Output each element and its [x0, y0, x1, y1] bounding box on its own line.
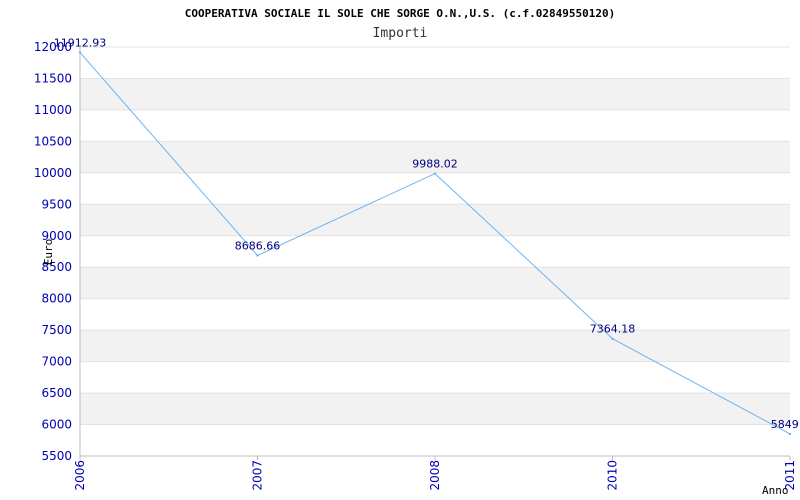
- y-tick-label: 10500: [34, 134, 72, 148]
- x-tick-labels: 2006 2007 2008 2010 2011: [73, 460, 797, 491]
- data-point: [433, 172, 437, 175]
- grid-band: [80, 330, 790, 362]
- data-label: 7364.18: [590, 323, 636, 336]
- y-tick-label: 7000: [41, 355, 72, 369]
- y-tick-label: 9500: [41, 197, 72, 211]
- data-point: [256, 254, 259, 257]
- x-tick-label: 2010: [606, 460, 620, 491]
- data-point: [611, 337, 614, 340]
- grid-band: [80, 267, 790, 299]
- data-label: 11912.93: [54, 36, 107, 49]
- chart-title: COOPERATIVA SOCIALE IL SOLE CHE SORGE O.…: [185, 7, 615, 20]
- y-tick-label: 11000: [34, 103, 72, 117]
- y-tick-label: 6500: [41, 386, 72, 400]
- x-tick-label: 2008: [428, 460, 442, 491]
- data-label: 8686.66: [235, 239, 281, 252]
- x-axis-label: Anno: [762, 484, 789, 497]
- grid-band: [80, 393, 790, 425]
- y-tick-label: 6000: [41, 418, 72, 432]
- grid-band: [80, 78, 790, 110]
- y-tick-label: 7500: [41, 323, 72, 337]
- x-tick-label: 2006: [73, 460, 87, 491]
- y-tick-label: 8000: [41, 292, 72, 306]
- data-label: 9988.02: [412, 158, 458, 171]
- y-tick-label: 10000: [34, 166, 72, 180]
- grid-band: [80, 204, 790, 236]
- grid-bands: [80, 78, 790, 425]
- data-point: [78, 51, 82, 54]
- x-tick-label: 2007: [251, 460, 265, 491]
- y-axis-label: Euro: [42, 239, 55, 266]
- line-chart: 5500600065007000750080008500900095001000…: [34, 7, 800, 497]
- y-tick-label: 11500: [34, 71, 72, 85]
- chart-subtitle: Importi: [373, 26, 428, 41]
- data-label: 5849.8: [771, 418, 800, 431]
- y-tick-label: 5500: [41, 449, 72, 463]
- data-point: [788, 432, 792, 436]
